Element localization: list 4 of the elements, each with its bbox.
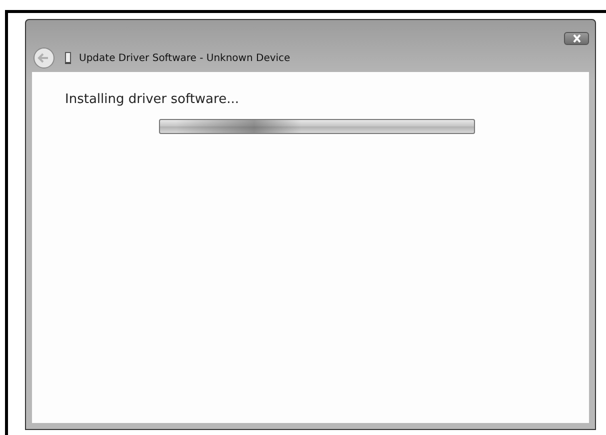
close-button[interactable] xyxy=(564,32,589,45)
device-icon xyxy=(65,52,71,64)
window-title: Update Driver Software - Unknown Device xyxy=(79,52,290,64)
status-heading: Installing driver software... xyxy=(65,92,240,107)
